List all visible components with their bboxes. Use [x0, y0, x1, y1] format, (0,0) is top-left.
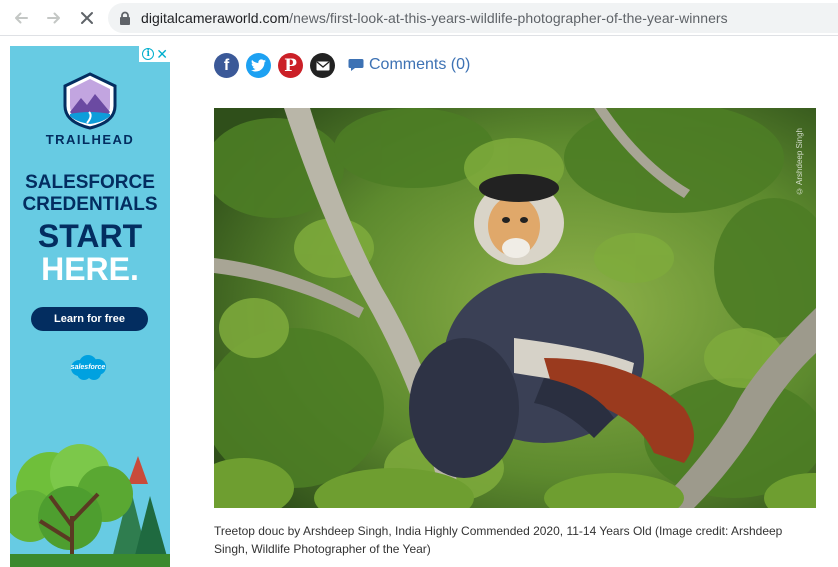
pinterest-icon: P — [284, 55, 297, 76]
trailhead-mountain-icon — [63, 72, 117, 130]
ad-headline-line4: HERE. — [41, 251, 139, 287]
ad-choices-badge[interactable]: i ✕ — [139, 46, 170, 62]
comments-label: Comments (0) — [369, 56, 471, 73]
back-arrow-icon[interactable] — [9, 6, 33, 30]
ad-headline-line3: START — [37, 218, 143, 254]
sidebar-ad[interactable]: i ✕ TRAILHEAD SALESFORCE CREDENTIALS STA… — [10, 46, 170, 567]
url-text[interactable]: digitalcameraworld.com/news/first-look-a… — [141, 10, 728, 26]
ad-headline-line1: SALESFORCE — [25, 172, 155, 193]
forward-arrow-icon[interactable] — [42, 6, 66, 30]
twitter-share-button[interactable] — [246, 53, 271, 78]
url-host: digitalcameraworld.com — [141, 10, 290, 26]
ad-headline-line2: CREDENTIALS — [22, 194, 158, 215]
photo-caption: Treetop douc by Arshdeep Singh, India Hi… — [214, 524, 783, 556]
douc-monkey-photo — [214, 108, 816, 508]
browser-toolbar: digitalcameraworld.com/news/first-look-a… — [0, 0, 838, 36]
ad-sponsor-logo-text: salesforce — [70, 364, 106, 371]
speech-bubble-icon — [348, 59, 364, 71]
ad-brand: TRAILHEAD — [45, 132, 135, 147]
facebook-icon: f — [223, 56, 230, 74]
article-photo: © Arshdeep Singh — [214, 108, 816, 508]
comments-link[interactable]: Comments (0) — [348, 56, 470, 74]
envelope-icon — [316, 61, 329, 70]
lock-icon — [120, 11, 130, 25]
stop-loading-icon[interactable] — [75, 6, 99, 30]
facebook-share-button[interactable]: f — [214, 53, 239, 78]
ad-close-icon[interactable]: ✕ — [156, 47, 168, 61]
url-path: /news/first-look-at-this-years-wildlife-… — [289, 10, 728, 26]
ad-info-icon[interactable]: i — [142, 48, 155, 60]
address-bar[interactable]: digitalcameraworld.com/news/first-look-a… — [108, 3, 838, 33]
twitter-bird-icon — [251, 59, 266, 72]
pinterest-share-button[interactable]: P — [278, 53, 303, 78]
ad-forest-illustration — [10, 444, 170, 567]
photo-credit-overlay: © Arshdeep Singh — [795, 128, 804, 196]
email-share-button[interactable] — [310, 53, 335, 78]
ad-learn-button[interactable]: Learn for free — [31, 307, 148, 331]
